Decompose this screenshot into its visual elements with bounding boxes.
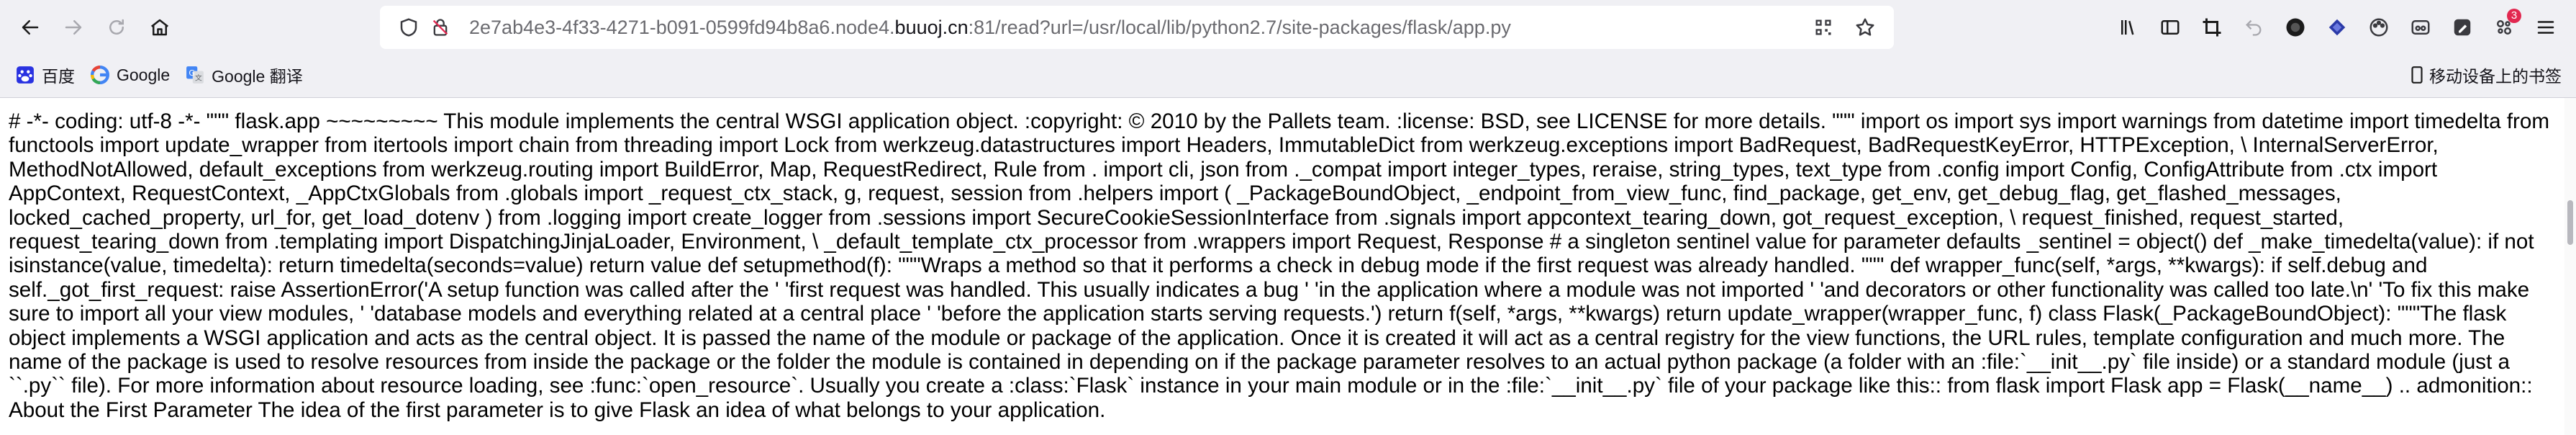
page-content: # -*- coding: utf-8 -*- """ flask.app ~~…: [0, 98, 2576, 435]
extension-badge: 3: [2507, 9, 2521, 23]
url-prefix: 2e7ab4e3-4f33-4271-b091-0599fd94b8a6.nod…: [469, 16, 895, 38]
menu-icon[interactable]: [2526, 7, 2566, 48]
extension-circle-icon[interactable]: [2275, 7, 2316, 48]
source-code-text: # -*- coding: utf-8 -*- """ flask.app ~~…: [9, 109, 2550, 422]
bookmark-label: Google 翻译: [212, 67, 303, 86]
extensions-puzzle-icon[interactable]: 3: [2484, 7, 2524, 48]
svg-text:文: 文: [195, 73, 202, 83]
mobile-bookmarks[interactable]: 移动设备上的书签: [2409, 55, 2562, 95]
toolbar-right: 3: [2108, 0, 2576, 55]
shield-icon[interactable]: [393, 12, 425, 43]
browser-chrome: 2e7ab4e3-4f33-4271-b091-0599fd94b8a6.nod…: [0, 0, 2576, 98]
bookmark-google[interactable]: Google: [89, 60, 170, 89]
extension-glasses-icon[interactable]: [2400, 7, 2441, 48]
baidu-icon: [14, 64, 36, 86]
extension-palette-icon[interactable]: [2359, 7, 2399, 48]
url-text[interactable]: 2e7ab4e3-4f33-4271-b091-0599fd94b8a6.nod…: [469, 17, 1511, 39]
screenshot-crop-icon[interactable]: [2192, 7, 2232, 48]
undo-icon[interactable]: [2233, 7, 2274, 48]
navigation-toolbar: 2e7ab4e3-4f33-4271-b091-0599fd94b8a6.nod…: [0, 0, 2576, 55]
lock-icon[interactable]: [425, 12, 456, 43]
bookmark-baidu[interactable]: 百度: [14, 60, 75, 89]
vertical-scrollbar[interactable]: [2564, 98, 2576, 435]
bookmark-google-translate[interactable]: G文 Google 翻译: [184, 60, 303, 89]
star-icon[interactable]: [1849, 12, 1881, 43]
scrollbar-thumb[interactable]: [2567, 200, 2573, 245]
extension-diamond-icon[interactable]: [2317, 7, 2357, 48]
url-bar[interactable]: 2e7ab4e3-4f33-4271-b091-0599fd94b8a6.nod…: [380, 6, 1894, 49]
bookmarks-toolbar: 百度 Google G文 Google 翻译 移动设备上的书签: [0, 55, 2576, 95]
bookmark-label: 百度: [42, 67, 75, 86]
sidebar-icon[interactable]: [2150, 7, 2190, 48]
home-icon[interactable]: [140, 7, 180, 48]
google-icon: [89, 64, 111, 86]
forward-arrow-icon[interactable]: [53, 7, 94, 48]
library-icon[interactable]: [2108, 7, 2149, 48]
bookmark-label: Google: [117, 65, 171, 84]
mobile-bookmarks-label: 移动设备上的书签: [2429, 67, 2562, 86]
reload-icon[interactable]: [96, 7, 137, 48]
google-translate-icon: G文: [184, 64, 206, 86]
mobile-device-icon: [2409, 66, 2425, 84]
back-arrow-icon[interactable]: [10, 7, 50, 48]
url-domain: buuoj.cn: [894, 16, 969, 38]
extension-pen-icon[interactable]: [2442, 7, 2482, 48]
url-suffix: :81/read?url=/usr/local/lib/python2.7/si…: [968, 16, 1511, 38]
qr-code-icon[interactable]: [1808, 12, 1839, 43]
svg-text:G: G: [189, 68, 195, 78]
